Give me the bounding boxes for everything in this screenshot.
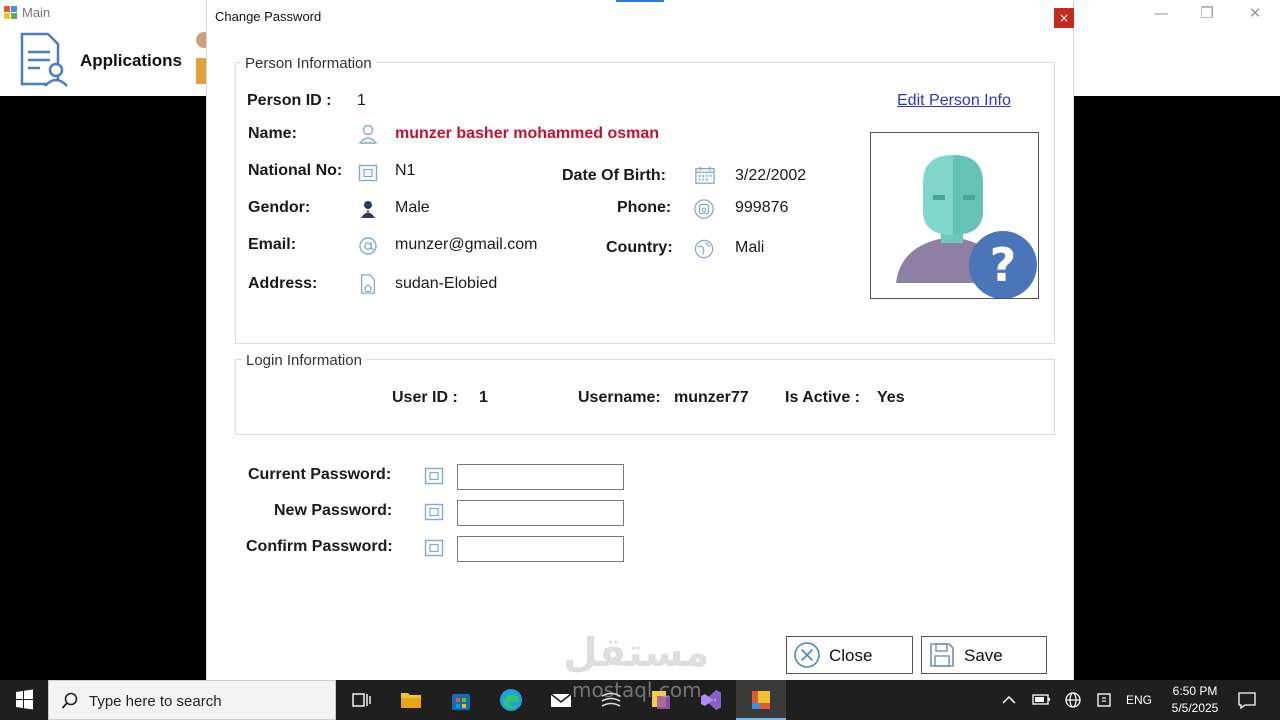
notification-icon: [1238, 692, 1256, 710]
mail-icon: [550, 693, 572, 707]
close-button-label: Close: [829, 646, 873, 665]
app-icon: [4, 6, 17, 19]
person-info-legend: Person Information: [241, 55, 376, 72]
clock-date: 5/5/2025: [1171, 701, 1219, 715]
applications-icon[interactable]: [18, 32, 72, 88]
person-photo: ?: [870, 132, 1039, 299]
people-icon[interactable]: [192, 28, 206, 88]
email-value: munzer@gmail.com: [395, 236, 538, 253]
current-password-label: Current Password:: [248, 466, 392, 483]
name-label: Name:: [248, 125, 297, 142]
store-button[interactable]: [436, 680, 486, 720]
taskbar-clock[interactable]: 6:50 PM 5/5/2025: [1160, 683, 1230, 717]
task-view-icon: [352, 693, 371, 707]
close-circle-icon: [794, 642, 820, 668]
clock-time: 6:50 PM: [1172, 684, 1218, 698]
current-password-input[interactable]: [457, 464, 624, 490]
person-id-label: Person ID :: [247, 92, 332, 109]
input-language[interactable]: ENG: [1124, 680, 1154, 720]
phone-icon: [694, 199, 714, 219]
start-button[interactable]: [0, 680, 48, 720]
male-icon: [361, 201, 375, 218]
watermark-latin: mostaql.com: [572, 678, 702, 702]
watermark-arabic: مستقل: [563, 630, 710, 676]
edge-browser-icon: [500, 689, 522, 711]
dialog-title: Change Password: [215, 9, 322, 24]
email-at-icon: [359, 237, 377, 255]
date-of-birth-label: Date Of Birth:: [562, 167, 666, 184]
country-label: Country:: [606, 239, 673, 256]
user-id-value: 1: [479, 389, 488, 406]
network-status[interactable]: [1062, 680, 1084, 720]
windows-logo-icon: [16, 689, 33, 710]
chevron-up-icon: [1002, 695, 1016, 704]
search-placeholder: Type here to search: [89, 693, 222, 710]
is-active-value: Yes: [877, 389, 905, 406]
person-id-value: 1: [357, 92, 366, 109]
gender-label: Gendor:: [248, 199, 311, 216]
svg-text:?: ?: [990, 238, 1017, 292]
edit-person-info-link[interactable]: Edit Person Info: [897, 92, 1011, 110]
applications-menu-label[interactable]: Applications: [80, 51, 182, 71]
main-window-title: Main: [22, 5, 51, 20]
new-password-label: New Password:: [274, 502, 393, 519]
country-value: Mali: [735, 239, 765, 256]
phone-label: Phone:: [617, 199, 672, 216]
running-app-icon: [752, 691, 770, 709]
password-icon: [424, 467, 444, 485]
name-value: munzer basher mohammed osman: [395, 125, 660, 142]
restore-button[interactable]: ❐: [1184, 2, 1230, 26]
id-card-icon: [358, 164, 378, 182]
save-button[interactable]: Save: [921, 636, 1047, 674]
battery-icon: [1032, 694, 1050, 705]
main-close-button[interactable]: ✕: [1232, 2, 1278, 26]
save-button-label: Save: [964, 646, 1003, 665]
national-no-value: N1: [395, 162, 416, 179]
store-icon: [452, 694, 470, 710]
email-label: Email:: [248, 236, 297, 253]
address-document-icon: [361, 274, 375, 294]
running-app-button[interactable]: [736, 680, 786, 720]
visual-studio-icon: [701, 690, 721, 710]
calendar-icon: [695, 166, 715, 184]
taskbar-search-box[interactable]: Type here to search: [48, 680, 336, 720]
notifications-button[interactable]: [1234, 680, 1260, 720]
password-icon: [424, 503, 444, 521]
gender-value: Male: [395, 199, 430, 216]
confirm-password-label: Confirm Password:: [246, 538, 393, 555]
close-button[interactable]: Close: [786, 636, 913, 674]
phone-value: 999876: [735, 199, 789, 216]
folder-icon: [401, 693, 421, 708]
user-id-label: User ID :: [392, 389, 458, 406]
username-value: munzer77: [674, 389, 749, 406]
show-hidden-icons-button[interactable]: [998, 680, 1020, 720]
edge-button[interactable]: [486, 680, 536, 720]
unknown-person-icon: ?: [896, 155, 1037, 299]
file-explorer-button[interactable]: [386, 680, 436, 720]
display-settings[interactable]: [1094, 680, 1116, 720]
display-icon: [1097, 693, 1111, 707]
search-icon: [61, 692, 78, 709]
focus-accent: [616, 0, 664, 2]
username-label: Username:: [578, 389, 661, 406]
task-view-button[interactable]: [336, 680, 386, 720]
dialog-close-button[interactable]: ×: [1054, 8, 1074, 28]
change-password-dialog: Change Password × Person Information Per…: [206, 0, 1074, 680]
is-active-label: Is Active :: [785, 389, 860, 406]
password-icon: [424, 539, 444, 557]
battery-status[interactable]: [1030, 680, 1052, 720]
globe-network-icon: [1065, 692, 1081, 708]
confirm-password-input[interactable]: [457, 536, 624, 562]
address-value: sudan-Elobied: [395, 275, 498, 292]
save-disk-icon: [930, 643, 954, 667]
minimize-button[interactable]: —: [1138, 2, 1184, 26]
login-info-legend: Login Information: [242, 352, 366, 369]
address-label: Address:: [248, 275, 318, 292]
person-icon: [358, 124, 378, 144]
date-of-birth-value: 3/22/2002: [735, 167, 807, 184]
national-no-label: National No:: [248, 162, 343, 179]
globe-icon: [694, 239, 714, 259]
new-password-input[interactable]: [457, 500, 624, 526]
